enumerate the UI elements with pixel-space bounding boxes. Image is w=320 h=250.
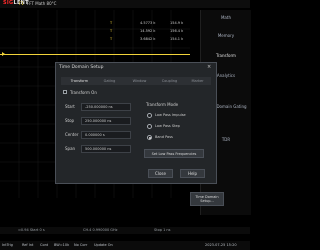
sweep-status-row: ≈0.94 Start 0 s CH.4 0.990000 GHz Stop 1… bbox=[0, 227, 250, 234]
measurement-row: T 14.592 k 156.4 k bbox=[110, 29, 195, 36]
status-trigger[interactable]: IntTrig bbox=[2, 243, 13, 248]
set-low-pass-frequencies-button[interactable]: Set Low Pass Frequencies bbox=[144, 149, 204, 158]
measurement-row: T 4.5773 k 154.9 k bbox=[110, 21, 195, 28]
span-input[interactable]: 500.000000 ns bbox=[81, 145, 131, 153]
tab-marker[interactable]: Marker bbox=[179, 77, 216, 85]
status-sweep[interactable]: Cont bbox=[40, 243, 48, 248]
measurement-value: 14.592 k bbox=[140, 29, 156, 33]
status-correction[interactable]: No Corr bbox=[74, 243, 87, 248]
measurement-value: 154.9 k bbox=[170, 21, 184, 25]
menu-math[interactable]: Math bbox=[201, 12, 251, 22]
trace-marker bbox=[2, 52, 5, 56]
time-domain-setup-button[interactable]: Time Domain Setup... bbox=[190, 192, 224, 206]
marker-label: T bbox=[110, 29, 113, 33]
transform-mode-title: Transform Mode bbox=[146, 102, 179, 107]
start-label: Start bbox=[65, 104, 75, 109]
close-button[interactable]: Close bbox=[148, 169, 173, 178]
time-domain-setup-dialog: Time Domain Setup × Transform Gating Win… bbox=[55, 62, 217, 184]
center-status: CH.4 0.990000 GHz bbox=[83, 227, 118, 232]
mode-low-pass-impulse-label: Low Pass Impulse bbox=[155, 112, 186, 117]
menu-transform[interactable]: Transform bbox=[201, 50, 251, 60]
trigger-info: FFT Math 80°C bbox=[27, 0, 57, 6]
measurement-value: 154.1 k bbox=[170, 37, 184, 41]
start-input[interactable]: -250.000000 ns bbox=[81, 103, 131, 111]
mode-band-pass-radio[interactable] bbox=[147, 135, 152, 140]
help-button[interactable]: Help bbox=[180, 169, 205, 178]
start-status: ≈0.94 Start 0 s bbox=[18, 227, 45, 232]
measurement-value: 156.4 k bbox=[170, 29, 184, 33]
stop-label: Stop bbox=[65, 118, 75, 123]
menu-memory[interactable]: Memory bbox=[201, 30, 251, 40]
mode-low-pass-step-label: Low Pass Step bbox=[155, 123, 180, 128]
marker-label: T bbox=[110, 21, 113, 25]
measurement-value: 3.6842 k bbox=[140, 37, 156, 41]
status-bandwidth[interactable]: BW=10k bbox=[54, 243, 69, 248]
measurement-row: T 3.6842 k 154.1 k bbox=[110, 37, 195, 44]
transform-on-checkbox[interactable] bbox=[63, 90, 67, 94]
marker-label: T bbox=[110, 37, 113, 41]
center-label: Center bbox=[65, 132, 79, 137]
status-ref[interactable]: Ref Int bbox=[22, 243, 33, 248]
stop-input[interactable]: 250.000000 ns bbox=[81, 117, 131, 125]
transform-on-label: Transform On bbox=[70, 89, 97, 95]
top-bar: SIGLENT F1 FFT Math 80°C bbox=[0, 0, 250, 8]
stop-status: Stop 1 ns bbox=[154, 227, 171, 232]
status-update[interactable]: Update On bbox=[94, 243, 113, 248]
close-icon[interactable]: × bbox=[207, 65, 211, 70]
trace-line bbox=[0, 54, 190, 55]
mode-low-pass-impulse-radio[interactable] bbox=[147, 113, 152, 118]
bottom-status-bar: IntTrig Ref Int Cont BW=10k No Corr Upda… bbox=[0, 241, 250, 250]
measurement-value: 4.5773 k bbox=[140, 21, 156, 25]
dialog-tabs: Transform Gating Window Coupling Marker bbox=[61, 77, 211, 85]
mode-low-pass-step-radio[interactable] bbox=[147, 124, 152, 129]
span-label: Span bbox=[65, 146, 76, 151]
dialog-title: Time Domain Setup bbox=[59, 65, 104, 70]
logo: SIGLENT bbox=[3, 0, 29, 6]
center-input[interactable]: 0.000000 s bbox=[81, 131, 131, 139]
status-datetime: 2023-07-25 15:20 bbox=[205, 243, 237, 247]
mode-band-pass-label: Band Pass bbox=[155, 134, 173, 139]
trigger-label: F1 bbox=[19, 0, 24, 6]
